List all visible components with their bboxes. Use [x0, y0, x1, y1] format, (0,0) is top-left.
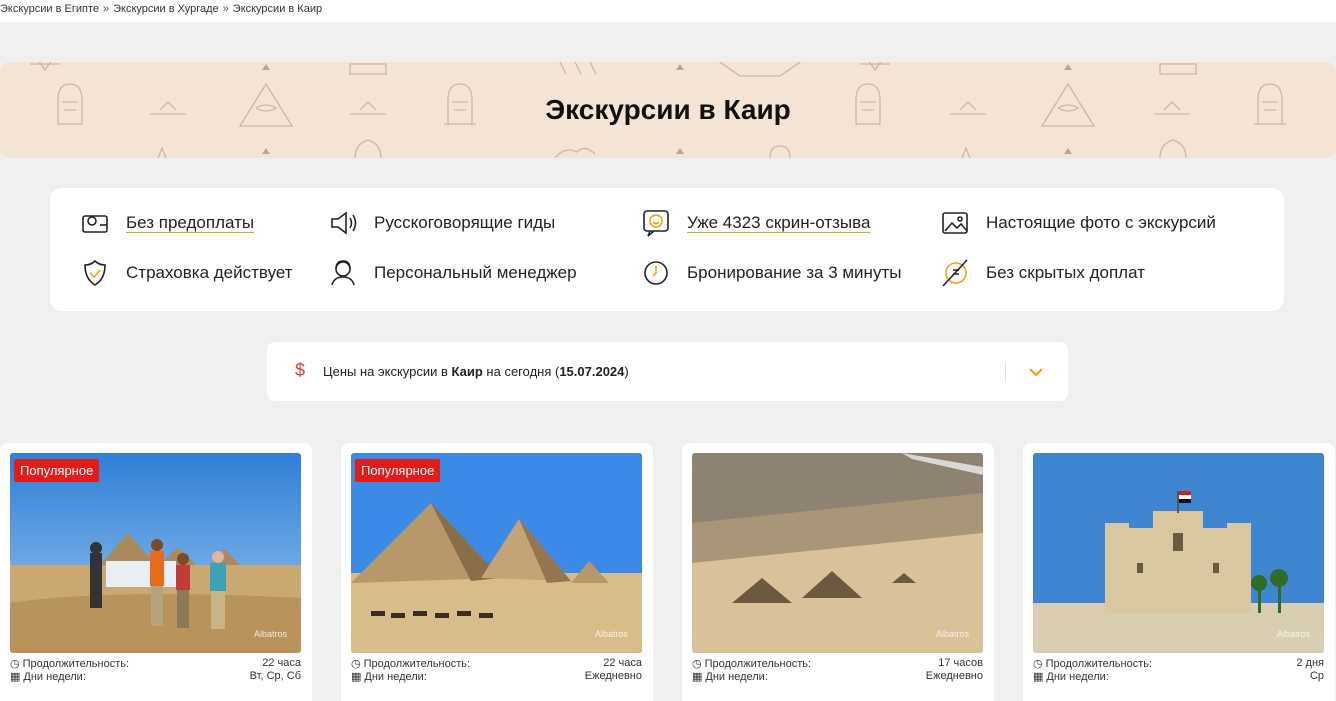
photo-icon [942, 212, 968, 234]
breadcrumb-item[interactable]: Экскурсии в Египте [0, 3, 99, 15]
duration-row: ◷ Продолжительность: 22 часа [10, 657, 301, 670]
watermark: Albatros [253, 629, 287, 639]
tour-card[interactable]: Популярное Albatros ◷ Продолжительность: … [341, 443, 653, 701]
shield-check-icon [84, 259, 106, 286]
chevron-down-icon[interactable] [1025, 362, 1047, 382]
price-text: Цены на экскурсии в Каир на сегодня (15.… [323, 364, 629, 379]
smile-chat-icon [643, 210, 669, 237]
duration-value: 2 дня [1296, 657, 1324, 669]
watermark: Albatros [594, 629, 628, 639]
calendar-icon: ▦ [10, 671, 21, 683]
feature-label[interactable]: Без предоплаты [126, 213, 254, 233]
feature-label: Настоящие фото с экскурсий [986, 213, 1216, 232]
breadcrumb-item-current: Экскурсии в Каир [232, 3, 323, 15]
clock-icon: ◷ [10, 658, 20, 670]
feature-reviews[interactable]: Уже 4323 скрин-отзыва [641, 208, 870, 238]
feature-label: Страховка действует [126, 263, 293, 282]
megaphone-icon [331, 211, 357, 235]
wallet-icon [82, 215, 108, 233]
photo-aerial-pyramids [692, 453, 983, 653]
watermark: Albatros [935, 629, 969, 639]
price-dropdown[interactable]: $ Цены на экскурсии в Каир на сегодня (1… [267, 342, 1068, 401]
days-value: Вт, Ср, Сб [249, 670, 301, 682]
popular-badge: Популярное [14, 459, 100, 482]
feature-russian-guides: Русскоговорящие гиды [328, 208, 555, 238]
photo-citadel [1033, 453, 1324, 653]
feature-manager: Персональный менеджер [328, 258, 577, 288]
manager-icon [331, 260, 355, 286]
photo-pyramids-camels [351, 453, 642, 653]
feature-insurance: Страховка действует [80, 258, 293, 288]
tour-card[interactable]: Albatros ◷ Продолжительность: 17 часов ▦ Д… [682, 443, 994, 701]
no-money-icon [942, 259, 968, 287]
breadcrumb: Экскурсии в Египте» Экскурсии в Хургаде» Э… [0, 0, 1336, 22]
tour-card[interactable]: Популярное Albatros ◷ Продолжительность: … [0, 443, 312, 701]
tour-card[interactable]: Albatros ◷ Продолжительность: 2 дня ▦ Дни … [1023, 443, 1335, 701]
feature-no-hidden-fees: Без скрытых доплат [940, 258, 1145, 288]
days-value: Ежедневно [925, 670, 983, 682]
feature-label: Персональный менеджер [374, 263, 577, 282]
tour-photo[interactable]: Albatros [692, 453, 983, 653]
page-title: Экскурсии в Каир [545, 94, 791, 125]
duration-row: ◷ Продолжительность: 22 часа [351, 657, 642, 670]
duration-value: 17 часов [938, 657, 983, 669]
duration-row: ◷ Продолжительность: 2 дня [1033, 657, 1324, 670]
dollar-icon: $ [295, 360, 306, 380]
clock-icon: ◷ [351, 658, 361, 670]
clock-icon: ◷ [1033, 658, 1043, 670]
feature-no-prepayment[interactable]: Без предоплаты [80, 208, 254, 238]
days-row: ▦ Дни недели: Ежедневно [351, 670, 642, 683]
days-row: ▦ Дни недели: Ср [1033, 670, 1324, 683]
hero-banner: Экскурсии в Каир [0, 62, 1336, 158]
popular-badge: Популярное [355, 459, 441, 482]
tour-photo[interactable]: Albatros [1033, 453, 1324, 653]
feature-booking-time: Бронирование за 3 минуты [641, 258, 901, 288]
days-value: Ср [1309, 670, 1324, 682]
calendar-icon: ▦ [692, 671, 703, 683]
feature-label: Бронирование за 3 минуты [687, 263, 902, 282]
duration-value: 22 часа [262, 657, 301, 669]
days-row: ▦ Дни недели: Вт, Ср, Сб [10, 670, 301, 683]
duration-value: 22 часа [603, 657, 642, 669]
calendar-icon: ▦ [1033, 671, 1044, 683]
breadcrumb-item[interactable]: Экскурсии в Хургаде [113, 3, 219, 15]
features-panel: Без предоплаты Русскоговорящие гиды Уже … [50, 188, 1284, 311]
tour-photo[interactable]: Популярное Albatros [10, 453, 301, 653]
days-value: Ежедневно [584, 670, 642, 682]
days-row: ▦ Дни недели: Ежедневно [692, 670, 983, 683]
feature-label[interactable]: Уже 4323 скрин-отзыва [687, 213, 870, 233]
feature-label: Русскоговорящие гиды [374, 213, 556, 232]
duration-row: ◷ Продолжительность: 17 часов [692, 657, 983, 670]
clock-icon: ◷ [692, 658, 702, 670]
clock-icon [644, 261, 668, 285]
feature-label: Без скрытых доплат [986, 263, 1145, 282]
tour-photo[interactable]: Популярное Albatros [351, 453, 642, 653]
watermark: Albatros [1276, 629, 1310, 639]
calendar-icon: ▦ [351, 671, 362, 683]
feature-real-photos: Настоящие фото с экскурсий [940, 208, 1216, 238]
photo-pyramids-group [10, 453, 301, 653]
divider [1005, 362, 1006, 382]
